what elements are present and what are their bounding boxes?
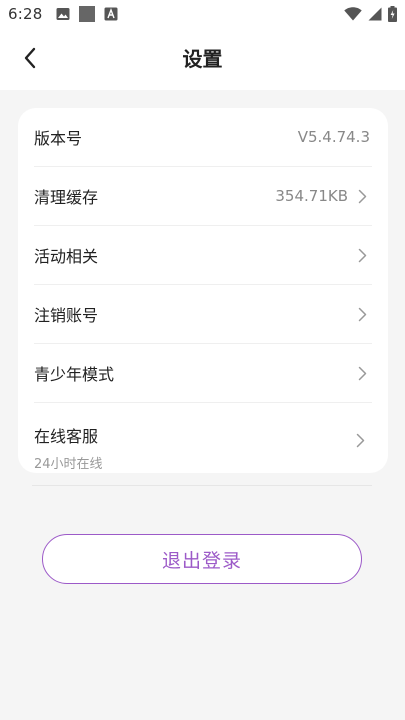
battery-icon — [388, 6, 397, 22]
row-label: 版本号 — [34, 129, 83, 148]
image-icon — [56, 7, 70, 21]
chevron-right-icon — [354, 247, 370, 263]
logout-button[interactable]: 退出登录 — [42, 534, 362, 584]
version-value: V5.4.74.3 — [297, 128, 370, 146]
settings-row-teen-mode[interactable]: 青少年模式 — [34, 344, 372, 403]
row-sublabel: 24小时在线 — [34, 457, 103, 472]
header: 设置 — [0, 28, 405, 90]
divider — [32, 485, 372, 486]
settings-card: 版本号 V5.4.74.3 清理缓存 354.71KB 活动相关 注销账号 青少… — [18, 108, 388, 473]
square-icon — [79, 6, 96, 22]
status-time: 6:28 — [8, 5, 43, 23]
status-left-icons — [56, 6, 118, 22]
settings-row-activities[interactable]: 活动相关 — [34, 226, 372, 285]
page-title: 设置 — [182, 47, 223, 71]
row-label: 清理缓存 — [34, 188, 99, 207]
signal-icon — [368, 7, 382, 21]
settings-row-delete-account[interactable]: 注销账号 — [34, 285, 372, 344]
wifi-icon — [344, 7, 362, 21]
row-label: 活动相关 — [34, 247, 99, 266]
font-icon — [104, 7, 118, 21]
row-label: 青少年模式 — [34, 365, 115, 384]
row-label: 注销账号 — [34, 306, 99, 325]
settings-row-version: 版本号 V5.4.74.3 — [34, 108, 372, 167]
chevron-right-icon — [354, 188, 370, 204]
row-label: 在线客服 — [34, 427, 99, 446]
chevron-right-icon — [354, 306, 370, 322]
cache-size-value: 354.71KB — [275, 187, 348, 205]
status-right-icons — [344, 6, 397, 22]
settings-row-customer-service[interactable]: 在线客服 24小时在线 — [34, 403, 372, 477]
settings-row-clear-cache[interactable]: 清理缓存 354.71KB — [34, 167, 372, 226]
chevron-right-icon — [354, 365, 370, 381]
status-bar: 6:28 — [0, 0, 405, 28]
chevron-right-icon — [352, 432, 368, 448]
